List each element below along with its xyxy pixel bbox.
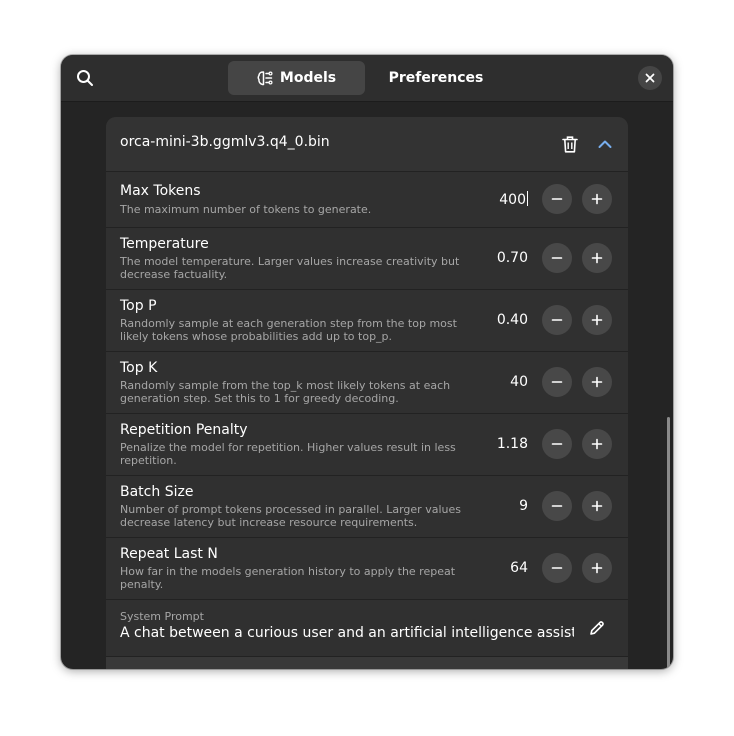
increment-button[interactable] xyxy=(582,491,612,521)
plus-icon xyxy=(591,500,603,512)
minus-icon xyxy=(551,443,563,445)
setting-value-input[interactable]: 400 xyxy=(499,191,528,208)
setting-row-top-k: Top K Randomly sample from the top_k mos… xyxy=(106,352,628,414)
view-switcher: Models Preferences xyxy=(228,61,497,95)
setting-description: The model temperature. Larger values inc… xyxy=(120,255,460,281)
header-bar: Models Preferences xyxy=(61,55,673,102)
app-window: Models Preferences orca-mini-3b.ggmlv3.q… xyxy=(61,55,673,669)
text-caret xyxy=(527,191,528,206)
increment-button[interactable] xyxy=(582,553,612,583)
setting-value[interactable]: 64 xyxy=(510,560,528,576)
setting-value[interactable]: 1.18 xyxy=(497,436,528,452)
system-prompt-row[interactable]: System Prompt A chat between a curious u… xyxy=(106,600,628,657)
setting-title: Top K xyxy=(120,360,158,376)
increment-button[interactable] xyxy=(582,305,612,335)
setting-value[interactable]: 0.40 xyxy=(497,312,528,328)
minus-icon xyxy=(551,381,563,383)
decrement-button[interactable] xyxy=(542,553,572,583)
search-icon xyxy=(77,70,93,86)
next-row-partial xyxy=(106,657,628,669)
plus-icon xyxy=(591,252,603,264)
setting-description: Randomly sample from the top_k most like… xyxy=(120,379,451,405)
setting-title: Batch Size xyxy=(120,484,194,500)
setting-value[interactable]: 40 xyxy=(510,374,528,390)
setting-value[interactable]: 0.70 xyxy=(497,250,528,266)
setting-title: Max Tokens xyxy=(120,183,201,199)
decrement-button[interactable] xyxy=(542,491,572,521)
setting-title: Temperature xyxy=(120,236,209,252)
decrement-button[interactable] xyxy=(542,305,572,335)
system-prompt-label: System Prompt xyxy=(120,610,204,623)
plus-icon xyxy=(591,376,603,388)
decrement-button[interactable] xyxy=(542,243,572,273)
tab-preferences-label: Preferences xyxy=(388,70,484,86)
brain-icon xyxy=(257,70,273,85)
setting-row-top-p: Top P Randomly sample at each generation… xyxy=(106,290,628,352)
setting-title: Repeat Last N xyxy=(120,546,218,562)
model-settings-scroll-area[interactable]: orca-mini-3b.ggmlv3.q4_0.bin Max Tokens … xyxy=(61,102,673,669)
setting-row-repeat-last-n: Repeat Last N How far in the models gene… xyxy=(106,538,628,600)
setting-description: The maximum number of tokens to generate… xyxy=(120,203,372,216)
collapse-button[interactable] xyxy=(593,132,617,156)
minus-icon xyxy=(551,257,563,259)
decrement-button[interactable] xyxy=(542,184,572,214)
pencil-icon xyxy=(590,621,604,635)
setting-title: Top P xyxy=(120,298,157,314)
minus-icon xyxy=(551,198,563,200)
tab-models[interactable]: Models xyxy=(228,61,365,95)
close-button[interactable] xyxy=(638,66,662,90)
setting-value: 400 xyxy=(499,192,526,208)
setting-row-max-tokens: Max Tokens The maximum number of tokens … xyxy=(106,172,628,228)
setting-row-repetition-penalty: Repetition Penalty Penalize the model fo… xyxy=(106,414,628,476)
setting-value[interactable]: 9 xyxy=(519,498,528,514)
minus-icon xyxy=(551,567,563,569)
setting-description: Number of prompt tokens processed in par… xyxy=(120,503,461,529)
search-button[interactable] xyxy=(71,64,99,92)
edit-prompt-button[interactable] xyxy=(584,615,610,641)
trash-icon xyxy=(562,135,578,153)
setting-row-temperature: Temperature The model temperature. Large… xyxy=(106,228,628,290)
system-prompt-value: A chat between a curious user and an art… xyxy=(120,625,574,641)
increment-button[interactable] xyxy=(582,184,612,214)
close-icon xyxy=(645,73,655,83)
increment-button[interactable] xyxy=(582,367,612,397)
setting-title: Repetition Penalty xyxy=(120,422,248,438)
setting-description: How far in the models generation history… xyxy=(120,565,456,591)
model-name: orca-mini-3b.ggmlv3.q4_0.bin xyxy=(120,134,330,150)
plus-icon xyxy=(591,438,603,450)
tab-models-label: Models xyxy=(279,70,337,86)
minus-icon xyxy=(551,319,563,321)
plus-icon xyxy=(591,193,603,205)
plus-icon xyxy=(591,562,603,574)
increment-button[interactable] xyxy=(582,243,612,273)
setting-description: Penalize the model for repetition. Highe… xyxy=(120,441,456,467)
setting-row-batch-size: Batch Size Number of prompt tokens proce… xyxy=(106,476,628,538)
model-expander-card: orca-mini-3b.ggmlv3.q4_0.bin Max Tokens … xyxy=(106,117,628,669)
model-expander-header[interactable]: orca-mini-3b.ggmlv3.q4_0.bin xyxy=(106,117,628,172)
increment-button[interactable] xyxy=(582,429,612,459)
vertical-scrollbar[interactable] xyxy=(667,417,670,669)
plus-icon xyxy=(591,314,603,326)
setting-description: Randomly sample at each generation step … xyxy=(120,317,457,343)
chevron-up-icon xyxy=(598,140,612,148)
minus-icon xyxy=(551,505,563,507)
delete-model-button[interactable] xyxy=(558,132,582,156)
decrement-button[interactable] xyxy=(542,429,572,459)
tab-preferences[interactable]: Preferences xyxy=(369,61,497,95)
decrement-button[interactable] xyxy=(542,367,572,397)
